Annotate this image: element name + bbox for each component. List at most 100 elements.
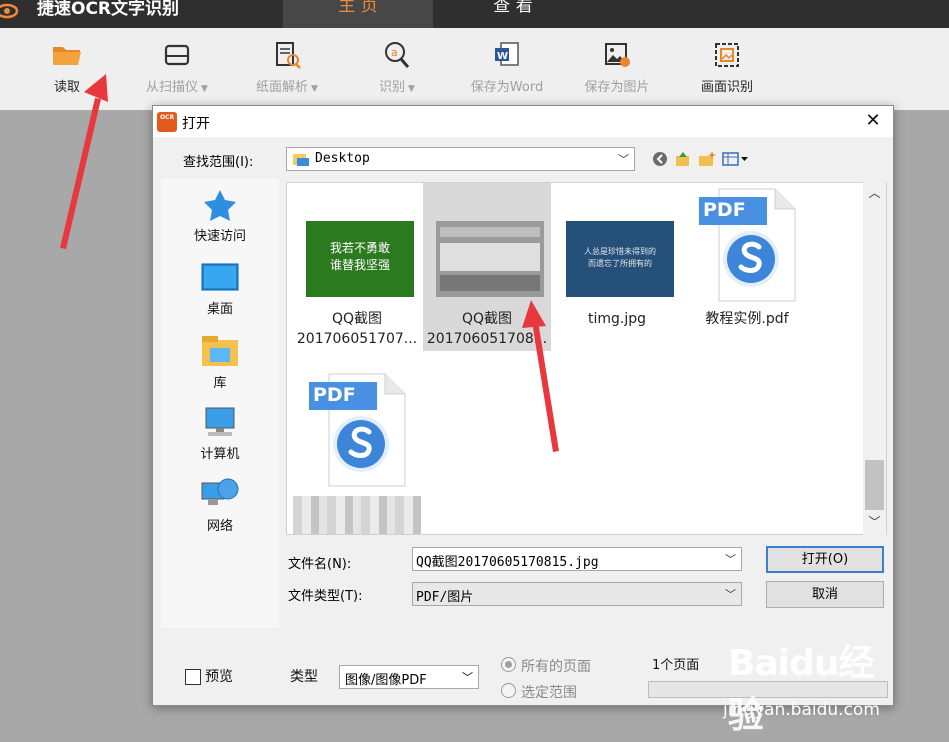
ocr-app-icon: OCR [157, 112, 177, 132]
chevron-down-icon: ▼ [311, 84, 318, 94]
dialog-titlebar: OCR 打开 ✕ [153, 106, 893, 137]
all-pages-radio[interactable] [501, 657, 516, 672]
thumb-text: 人总是珍惜未得到的 [584, 246, 656, 256]
recognize-label: 识别 [379, 80, 406, 95]
place-library[interactable]: 库 [161, 334, 279, 391]
network-icon [201, 478, 239, 505]
place-label: 网络 [206, 519, 233, 534]
back-icon[interactable] [651, 150, 669, 168]
read-button[interactable]: 读取 [12, 38, 122, 95]
selected-range-radio[interactable] [501, 683, 516, 698]
file-item-selected[interactable]: QQ截图 201706051708... [423, 183, 551, 351]
svg-text:W: W [497, 51, 508, 62]
watermark-logo: Baidu经验 [728, 643, 874, 736]
recognize-icon: a [385, 42, 410, 68]
chevron-down-icon: ﹀ [725, 588, 736, 601]
preview-label: 预览 [205, 669, 233, 685]
baidu-watermark: Baidu经验 jingyan.baidu.com [723, 634, 908, 736]
recognize-button[interactable]: a 识别 ▼ [342, 38, 452, 95]
file-type-value: PDF/图片 [416, 590, 474, 605]
thumb-text: 谁替我坚强 [330, 258, 390, 272]
place-quick-access[interactable]: 快速访问 [161, 189, 279, 244]
selected-range-label: 选定范围 [521, 685, 577, 701]
chevron-down-icon[interactable]: ﹀ [725, 551, 736, 567]
chevron-down-icon: ▼ [201, 84, 208, 94]
pdf-badge-text: PDF [313, 384, 356, 406]
image-thumbnail [436, 221, 544, 297]
screen-capture-label: 画面识别 [700, 80, 753, 95]
dialog-title: 打开 [182, 116, 210, 132]
save-as-word-button[interactable]: W 保存为Word [452, 38, 562, 95]
app-titlebar: 捷速OCR文字识别 主 页 查 看 [0, 0, 949, 28]
tab-home[interactable]: 主 页 [283, 0, 433, 28]
folder-open-icon [53, 47, 81, 65]
from-scanner-button[interactable]: 从扫描仪 ▼ [122, 38, 232, 95]
save-as-image-button[interactable]: 保存为图片 [562, 38, 672, 95]
place-desktop[interactable]: 桌面 [161, 262, 279, 317]
place-computer[interactable]: 计算机 [161, 405, 279, 462]
save-as-word-label: 保存为Word [470, 80, 544, 95]
scroll-thumb[interactable] [865, 460, 884, 510]
file-name-value: QQ截图20170605170815.jpg [416, 555, 599, 570]
tab-view[interactable]: 查 看 [438, 0, 588, 28]
file-type-dropdown[interactable]: PDF/图片 ﹀ [412, 582, 742, 606]
type-value: 图像/图像PDF [345, 673, 427, 688]
file-item[interactable]: PDF 教程实例.pdf [683, 183, 811, 351]
thumb-text: 而遗忘了所拥有的 [588, 258, 652, 268]
file-name-line1: 教程实例.pdf [705, 311, 789, 327]
save-as-image-label: 保存为图片 [584, 80, 650, 95]
from-scanner-label: 从扫描仪 [146, 80, 199, 95]
save-image-icon [605, 43, 630, 67]
scroll-down-icon[interactable]: ﹀ [863, 513, 886, 533]
all-pages-label: 所有的页面 [521, 659, 591, 675]
desktop-folder-icon [293, 154, 309, 166]
look-in-dropdown[interactable]: Desktop ﹀ [286, 147, 635, 171]
svg-text:a: a [391, 46, 398, 59]
place-label: 桌面 [206, 302, 233, 317]
screen-capture-button[interactable]: 画面识别 [672, 38, 782, 95]
up-folder-icon[interactable] [674, 150, 692, 168]
place-label: 计算机 [200, 447, 240, 462]
watermark-site: jingyan.baidu.com [723, 700, 880, 720]
eye-logo-icon [0, 3, 19, 19]
file-name-input[interactable]: QQ截图20170605170815.jpg ﹀ [412, 547, 742, 571]
scroll-up-icon[interactable]: ︿ [863, 184, 886, 204]
read-label: 读取 [53, 80, 80, 95]
image-thumbnail: 我若不勇敢 谁替我坚强 [306, 221, 414, 297]
open-file-dialog: OCR 打开 ✕ 查找范围(I): Desktop ﹀ 快速访问 桌面 库 计算… [152, 105, 894, 706]
screen-capture-icon [715, 43, 739, 67]
file-name-line1: timg.jpg [587, 311, 647, 327]
place-label: 快速访问 [193, 229, 246, 244]
thumb-text: 我若不勇敢 [330, 241, 390, 255]
vertical-scrollbar[interactable]: ︿ ﹀ [863, 182, 886, 535]
word-icon: W [495, 42, 519, 66]
place-network[interactable]: 网络 [161, 477, 279, 534]
chevron-down-icon: ▼ [408, 84, 415, 94]
file-name-label: 文件名(N): [288, 557, 352, 572]
scanner-icon [164, 44, 190, 66]
places-bar: 快速访问 桌面 库 计算机 网络 [161, 179, 279, 628]
page-count: 1个页面 [652, 658, 700, 673]
image-thumbnail: 人总是珍惜未得到的 而遗忘了所拥有的 [566, 221, 674, 297]
file-type-label: 文件类型(T): [288, 589, 363, 604]
close-icon[interactable]: ✕ [853, 106, 893, 137]
ribbon-toolbar: 读取 从扫描仪 ▼ 纸面解析 ▼ a 识别 ▼ W 保存为Word 保存为图片 … [0, 28, 949, 110]
type-dropdown[interactable]: 图像/图像PDF ﹀ [339, 665, 479, 689]
preview-checkbox[interactable] [185, 669, 201, 685]
blurred-filename [293, 496, 421, 534]
file-name-line2: 201706051707... [296, 331, 418, 347]
place-label: 库 [213, 376, 227, 391]
file-item[interactable]: 人总是珍惜未得到的 而遗忘了所拥有的 timg.jpg [553, 183, 681, 351]
page-analysis-button[interactable]: 纸面解析 ▼ [232, 38, 342, 95]
file-list: 我若不勇敢 谁替我坚强 QQ截图 201706051707... QQ截图 20… [286, 182, 887, 535]
open-button[interactable]: 打开(O) [766, 546, 884, 573]
view-menu-icon[interactable] [722, 150, 750, 168]
library-icon [202, 336, 238, 366]
cancel-button[interactable]: 取消 [766, 581, 884, 608]
file-item[interactable]: PDF [293, 368, 421, 534]
new-folder-icon[interactable] [698, 150, 716, 168]
page-analysis-label: 纸面解析 [256, 80, 309, 95]
look-in-value: Desktop [315, 151, 370, 166]
file-name-line1: QQ截图 [331, 311, 383, 327]
file-item[interactable]: 我若不勇敢 谁替我坚强 QQ截图 201706051707... [293, 183, 421, 351]
